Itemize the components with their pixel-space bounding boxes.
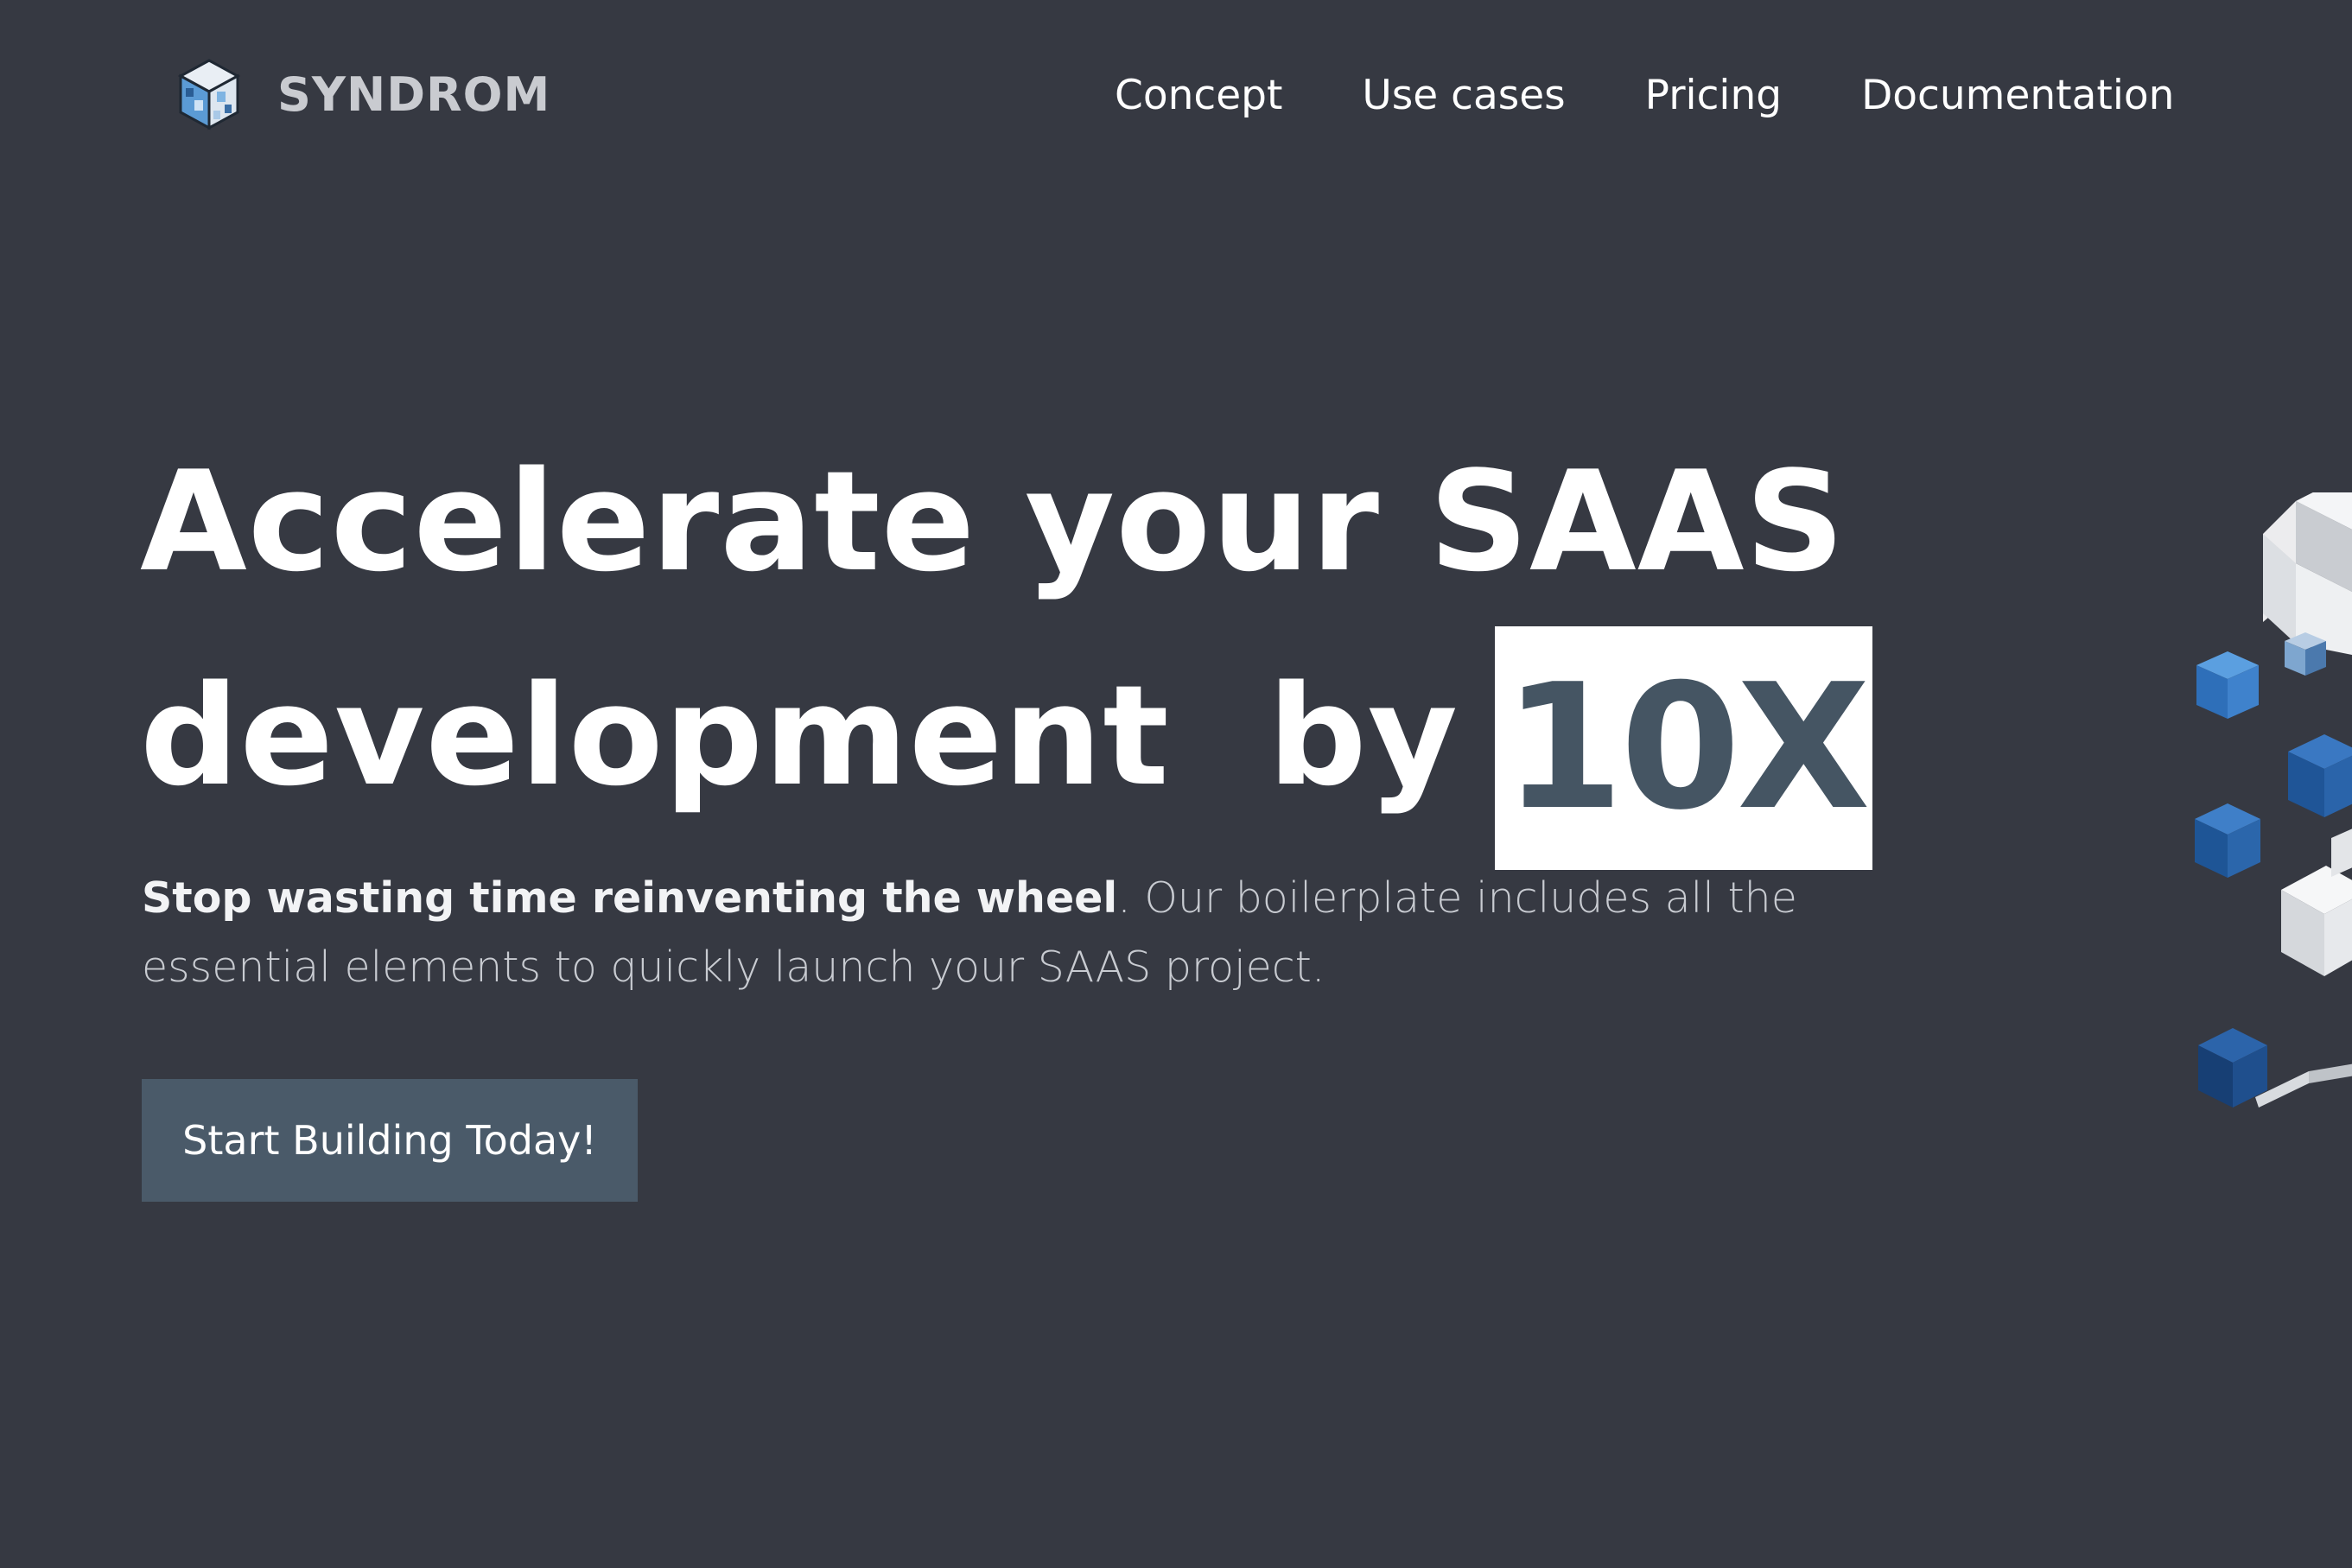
nav-use-cases[interactable]: Use cases: [1362, 72, 1565, 119]
cube-logo-icon: [177, 59, 241, 130]
brand-link[interactable]: SYNDROM: [177, 57, 550, 131]
site-header: SYNDROM Concept Use cases Pricing Docume…: [0, 0, 2352, 187]
headline-line-2: development by 10X: [140, 626, 1872, 870]
isometric-cubes-icon: [2195, 492, 2352, 1108]
highlight-badge: 10X: [1495, 626, 1872, 870]
start-building-button[interactable]: Start Building Today!: [142, 1079, 638, 1202]
lead-bold: Stop wasting time reinventing the wheel: [142, 873, 1118, 923]
nav-documentation[interactable]: Documentation: [1861, 72, 2174, 119]
headline-line-2-text: development by: [140, 655, 1459, 816]
hero-lead: Stop wasting time reinventing the wheel.…: [142, 864, 1870, 1002]
nav-concept[interactable]: Concept: [1115, 72, 1282, 119]
main-nav: Concept Use cases Pricing Documentation: [1115, 62, 2174, 128]
headline-line-1: Accelerate your SAAS: [140, 441, 1846, 602]
hero-headline: Accelerate your SAAS development by 10X: [140, 415, 1872, 870]
brand-name: SYNDROM: [277, 67, 551, 122]
nav-pricing[interactable]: Pricing: [1645, 72, 1782, 119]
